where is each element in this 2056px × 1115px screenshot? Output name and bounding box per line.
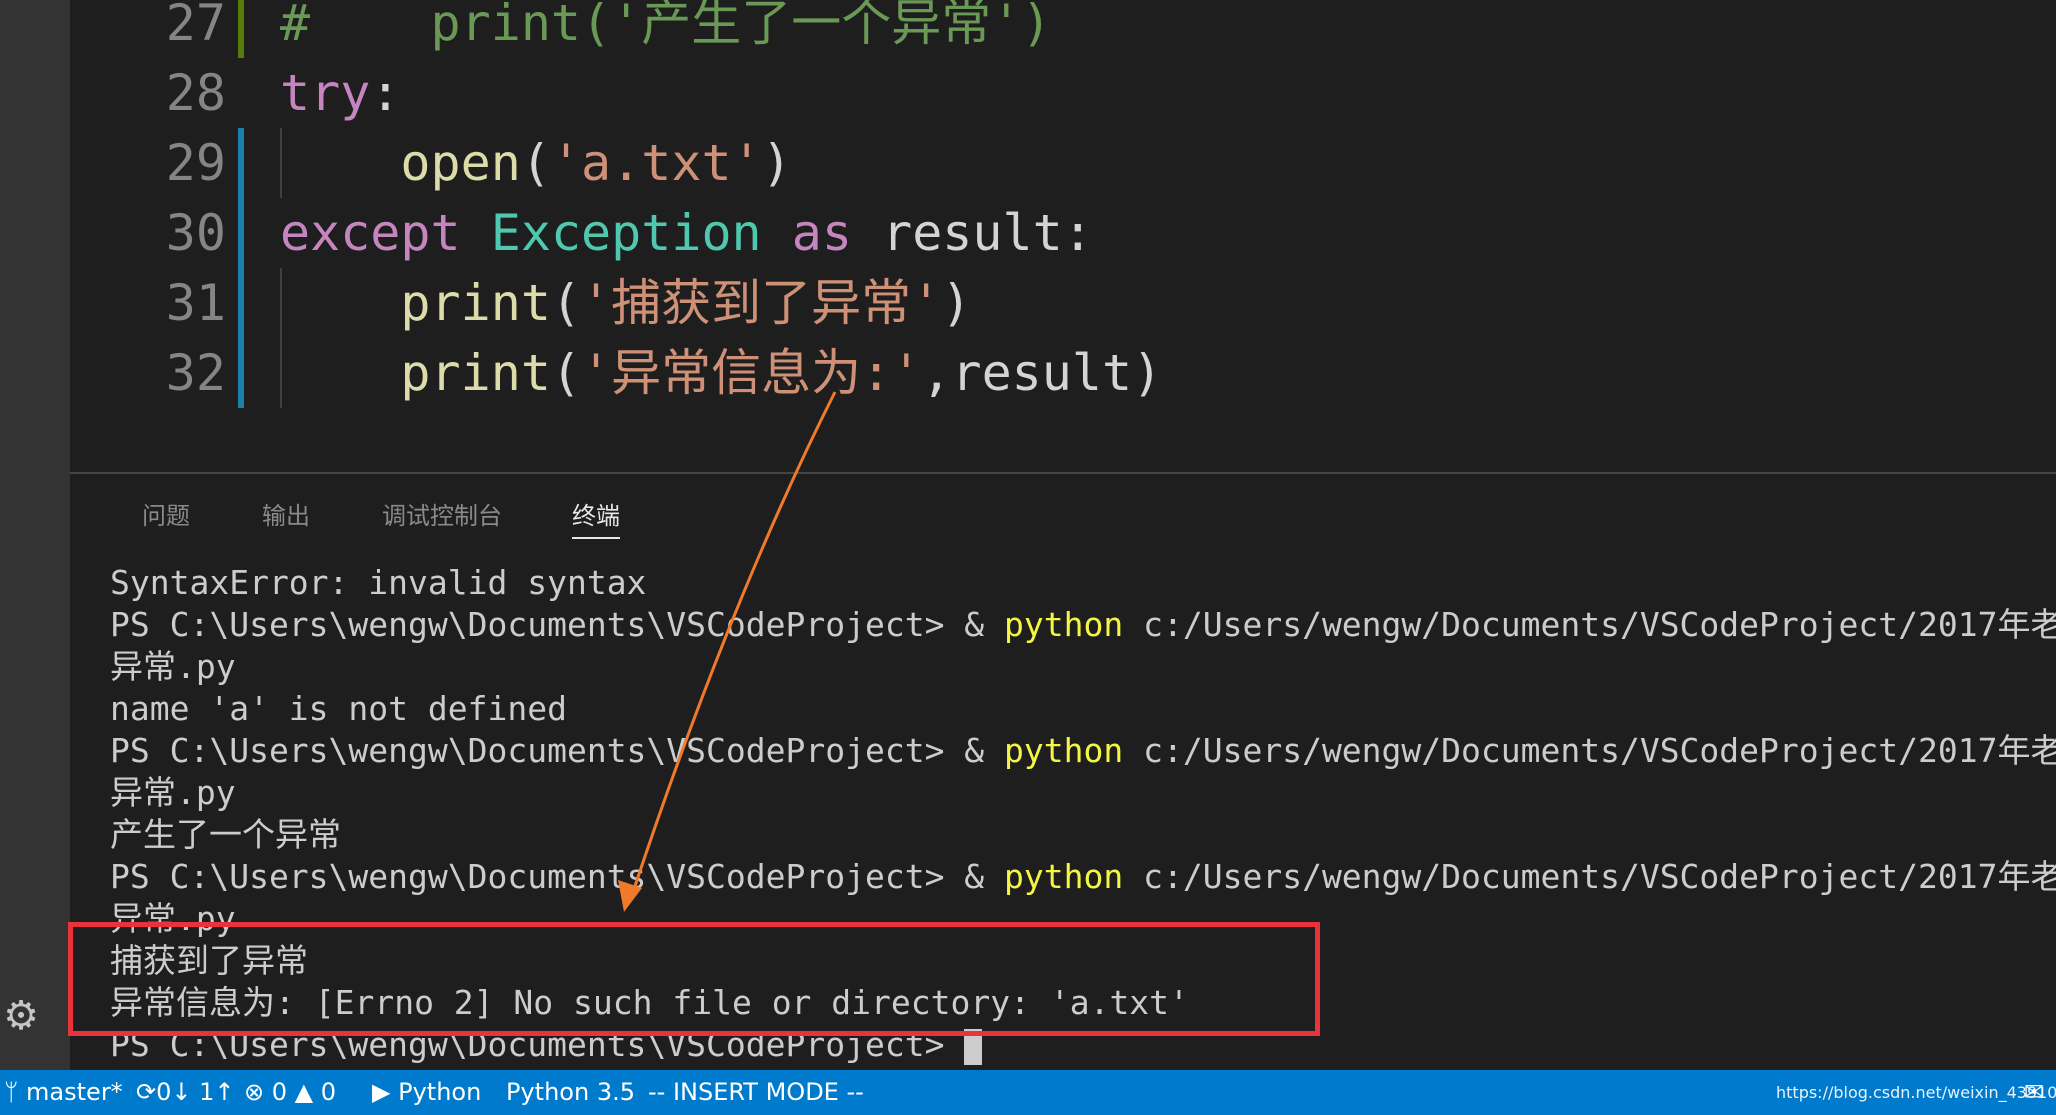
- terminal-line: 产生了一个异常: [110, 814, 2056, 856]
- line-number: 30: [165, 204, 226, 262]
- problems-item[interactable]: ⊗ 0 ▲ 0: [244, 1070, 336, 1115]
- terminal-text: 产生了一个异常: [110, 815, 341, 854]
- code-token: :: [370, 64, 401, 122]
- terminal-line: PS C:\Users\wengw\Documents\VSCodeProjec…: [110, 856, 2056, 898]
- code-editor[interactable]: 27 # print('产生了一个异常') 28 try: 29 open('a.txt…: [70, 0, 2056, 472]
- tab-problems[interactable]: 问题: [142, 496, 190, 531]
- branch-name: master*: [26, 1078, 123, 1106]
- terminal-args: c:/Users/wengw/Documents/VSCodeProject/2…: [1123, 857, 2056, 896]
- code-line[interactable]: 29 open('a.txt'): [70, 128, 2056, 198]
- code-line[interactable]: 31 print('捕获到了异常'): [70, 268, 2056, 338]
- error-count: 0: [271, 1078, 288, 1106]
- watermark-url: https://blog.csdn.net/weixin_43910: [1776, 1083, 2056, 1102]
- sync-item[interactable]: ⟳0↓ 1↑: [136, 1070, 235, 1115]
- code-line[interactable]: 32 print('异常信息为:',result): [70, 338, 2056, 408]
- code-token: Exception: [490, 204, 762, 262]
- code-token: (: [520, 134, 551, 192]
- sync-icon: ⟳: [136, 1078, 157, 1106]
- code-text: print('捕获到了异常'): [280, 268, 971, 338]
- code-line[interactable]: 30 except Exception as result:: [70, 198, 2056, 268]
- code-token: open: [400, 134, 521, 192]
- terminal-command: python: [1004, 605, 1124, 644]
- warning-icon: ▲: [294, 1078, 314, 1106]
- feedback-icon[interactable]: ✉: [2024, 1070, 2044, 1115]
- code-token: ,result): [921, 344, 1163, 402]
- code-token: 'a.txt': [550, 134, 762, 192]
- gear-icon[interactable]: ⚙: [0, 995, 42, 1037]
- code-text: # print('产生了一个异常'): [280, 0, 1051, 58]
- code-token: # print('产生了一个异常'): [280, 0, 1052, 52]
- terminal-text: 异常.py: [110, 773, 236, 812]
- run-python-item[interactable]: ▶ Python: [372, 1070, 481, 1115]
- language-mode: Python: [398, 1078, 482, 1106]
- terminal-prompt: PS C:\Users\wengw\Documents\VSCodeProjec…: [110, 857, 1005, 896]
- terminal-command: python: [1004, 857, 1124, 896]
- vim-mode: -- INSERT MODE --: [648, 1078, 864, 1106]
- terminal-prompt: PS C:\Users\wengw\Documents\VSCodeProjec…: [110, 605, 1005, 644]
- play-icon: ▶: [372, 1078, 391, 1106]
- terminal-text: name 'a' is not defined: [110, 689, 567, 728]
- git-change-marker: [238, 198, 244, 268]
- git-branch-icon: ᛘ: [4, 1078, 19, 1106]
- code-token: except: [280, 204, 461, 262]
- line-number: 32: [165, 344, 226, 402]
- terminal-line: 异常.py: [110, 646, 2056, 688]
- terminal-prompt: PS C:\Users\wengw\Documents\VSCodeProjec…: [110, 731, 1005, 770]
- code-token: print: [400, 344, 551, 402]
- terminal-args: c:/Users/wengw/Documents/VSCodeProject/2…: [1123, 605, 2056, 644]
- code-token: result:: [852, 204, 1093, 262]
- highlight-box: [68, 922, 1320, 1036]
- code-token: '捕获到了异常': [581, 274, 942, 332]
- terminal-line: PS C:\Users\wengw\Documents\VSCodeProjec…: [110, 604, 2056, 646]
- terminal-command: python: [1004, 731, 1124, 770]
- code-token: (: [550, 344, 582, 402]
- interpreter-item[interactable]: Python 3.5: [506, 1070, 635, 1115]
- code-token: '异常信息为:': [581, 344, 922, 402]
- code-text: try:: [280, 58, 400, 128]
- code-text: print('异常信息为:',result): [280, 338, 1162, 408]
- sync-counts: 0↓ 1↑: [156, 1078, 235, 1106]
- status-bar: ᛘ master* ⟳0↓ 1↑ ⊗ 0 ▲ 0 ▶ Python Python…: [0, 1070, 2056, 1115]
- tab-debug-console[interactable]: 调试控制台: [382, 496, 502, 531]
- terminal-text: SyntaxError: invalid syntax: [110, 563, 647, 602]
- warning-count: 0: [320, 1078, 337, 1106]
- line-number: 28: [165, 64, 226, 122]
- code-line[interactable]: 28 try:: [70, 58, 2056, 128]
- git-change-marker: [238, 268, 244, 338]
- code-token: (: [550, 274, 582, 332]
- terminal-line: PS C:\Users\wengw\Documents\VSCodeProjec…: [110, 730, 2056, 772]
- git-change-marker: [238, 0, 244, 58]
- line-number: 27: [165, 0, 226, 52]
- git-branch-item[interactable]: ᛘ master*: [4, 1070, 123, 1115]
- git-change-marker: [238, 338, 244, 408]
- code-text: except Exception as result:: [280, 198, 1093, 268]
- terminal-args: c:/Users/wengw/Documents/VSCodeProject/2…: [1123, 731, 2056, 770]
- code-text: open('a.txt'): [280, 128, 792, 198]
- code-token: try: [280, 64, 371, 122]
- tab-terminal[interactable]: 终端: [572, 496, 620, 539]
- activity-bar: ⚙: [0, 0, 70, 1070]
- error-icon: ⊗: [244, 1078, 265, 1106]
- code-token: as: [791, 204, 852, 262]
- line-number: 29: [165, 134, 226, 192]
- line-number: 31: [165, 274, 226, 332]
- code-line[interactable]: 27 # print('产生了一个异常'): [70, 0, 2056, 58]
- terminal-line: SyntaxError: invalid syntax: [110, 562, 2056, 604]
- code-token: print: [400, 274, 551, 332]
- terminal-text: 异常.py: [110, 647, 236, 686]
- git-change-marker: [238, 128, 244, 198]
- terminal-line: name 'a' is not defined: [110, 688, 2056, 730]
- code-token: ): [941, 274, 972, 332]
- panel-tabs: 问题 输出 调试控制台 终端: [70, 474, 2056, 544]
- terminal-line: 异常.py: [110, 772, 2056, 814]
- tab-output[interactable]: 输出: [262, 496, 310, 531]
- code-token: ): [761, 134, 792, 192]
